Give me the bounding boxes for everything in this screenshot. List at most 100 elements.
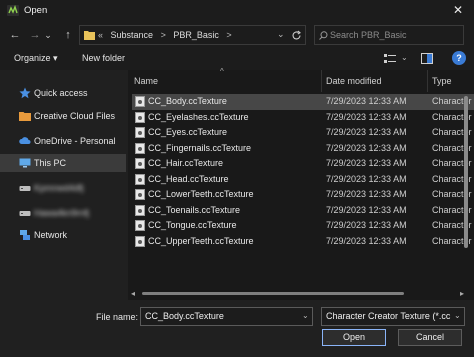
breadcrumb-item-substance[interactable]: Substance [111, 30, 154, 40]
search-icon [319, 31, 328, 40]
file-row[interactable]: CC_Eyelashes.ccTexture 7/29/2023 12:33 A… [132, 110, 474, 126]
view-options-dropdown-icon[interactable]: ⌄ [401, 53, 408, 62]
file-row[interactable]: CC_Body.ccTexture 7/29/2023 12:33 AM Cha… [132, 94, 474, 110]
file-type-value[interactable]: Character Creator Texture (*.cc [326, 311, 450, 321]
address-bar[interactable]: « Substance > PBR_Basic > ⌄ [79, 25, 306, 45]
chevron-down-icon[interactable]: ⌄ [302, 311, 309, 320]
file-date: 7/29/2023 12:33 AM [326, 189, 407, 199]
file-row[interactable]: CC_Tongue.ccTexture 7/29/2023 12:33 AM C… [132, 218, 474, 234]
preview-pane-icon[interactable] [421, 53, 433, 64]
scroll-right-icon[interactable]: ▸ [460, 289, 464, 298]
file-name: CC_Body.ccTexture [148, 96, 227, 106]
file-name-field[interactable]: CC_Body.ccTexture ⌄ [140, 307, 313, 326]
title-bar: Open ✕ [0, 0, 474, 22]
breadcrumb-separator[interactable]: > [226, 30, 231, 40]
horizontal-scrollbar[interactable]: ◂ ▸ [128, 288, 474, 300]
file-icon [135, 204, 145, 216]
toolbar: Organize ▾ New folder ⌄ ? [0, 48, 474, 70]
back-arrow-icon[interactable]: ← [6, 26, 24, 44]
sidebar-item-label: Quick access [34, 88, 88, 98]
dialog-footer: File name: CC_Body.ccTexture ⌄ Character… [0, 300, 474, 357]
sidebar-item-onedrive[interactable]: OneDrive - Personal [0, 132, 126, 150]
folder-icon [19, 112, 31, 121]
scroll-left-icon[interactable]: ◂ [131, 289, 135, 298]
column-divider[interactable] [321, 70, 322, 92]
refresh-icon[interactable] [291, 30, 302, 41]
file-name: CC_Fingernails.ccTexture [148, 142, 252, 153]
file-row[interactable]: CC_UpperTeeth.ccTexture 7/29/2023 12:33 … [132, 234, 474, 250]
search-input[interactable]: Search PBR_Basic [330, 30, 407, 40]
file-row[interactable]: CC_Toenails.ccTexture 7/29/2023 12:33 AM… [132, 203, 474, 219]
breadcrumb-separator[interactable]: > [161, 30, 166, 40]
file-name: CC_Head.ccTexture [148, 173, 229, 184]
file-icon [135, 158, 145, 169]
file-date: 7/29/2023 12:33 AM [326, 96, 407, 106]
file-icon [135, 127, 145, 138]
open-button[interactable]: Open [322, 329, 386, 346]
forward-arrow-icon[interactable]: → [26, 26, 44, 44]
recent-locations-dropdown-icon[interactable]: ⌄ [43, 26, 53, 44]
sidebar-item-label: Kpmnwd4dfj [34, 183, 84, 193]
window-title: Open [24, 5, 48, 16]
sidebar-item-creative-cloud-files[interactable]: Creative Cloud Files [0, 107, 126, 125]
drive-icon [19, 211, 31, 216]
close-icon[interactable]: ✕ [453, 3, 463, 17]
file-row[interactable]: CC_Hair.ccTexture 7/29/2023 12:33 AM Cha… [132, 156, 474, 172]
file-row[interactable]: CC_Eyes.ccTexture 7/29/2023 12:33 AM Cha… [132, 125, 474, 141]
folder-icon [84, 31, 95, 40]
file-icon [135, 220, 145, 231]
file-name: CC_LowerTeeth.ccTexture [148, 189, 254, 199]
file-name-value[interactable]: CC_Body.ccTexture [145, 311, 224, 321]
file-date: 7/29/2023 12:33 AM [326, 111, 407, 122]
file-row[interactable]: CC_Head.ccTexture 7/29/2023 12:33 AM Cha… [132, 172, 474, 188]
sidebar-item-label: OneDrive - Personal [34, 136, 116, 146]
file-name: CC_Hair.ccTexture [148, 158, 224, 168]
sidebar-item-drive-1[interactable]: Kpmnwd4dfj [0, 179, 126, 197]
file-date: 7/29/2023 12:33 AM [326, 127, 407, 137]
sidebar-item-quick-access[interactable]: Quick access [0, 84, 126, 102]
file-name: CC_Toenails.ccTexture [148, 204, 241, 215]
network-icon [20, 230, 30, 240]
cancel-button[interactable]: Cancel [398, 329, 462, 346]
file-row[interactable]: CC_Fingernails.ccTexture 7/29/2023 12:33… [132, 141, 474, 157]
chevron-down-icon[interactable]: ⌄ [454, 311, 461, 320]
file-icon [135, 189, 145, 200]
file-row[interactable]: CC_LowerTeeth.ccTexture 7/29/2023 12:33 … [132, 187, 474, 203]
file-list: Name ^ Date modified Type CC_Body.ccText… [128, 67, 474, 288]
file-name: CC_UpperTeeth.ccTexture [148, 235, 254, 246]
sidebar-item-label: Network [34, 230, 68, 240]
up-arrow-icon[interactable]: ↑ [59, 26, 77, 44]
file-date: 7/29/2023 12:33 AM [326, 235, 407, 246]
app-icon [7, 5, 19, 16]
drive-icon [19, 186, 31, 191]
new-folder-button[interactable]: New folder [82, 53, 125, 63]
sidebar-item-network[interactable]: Network [0, 226, 126, 244]
column-header-date-modified[interactable]: Date modified [326, 76, 382, 86]
horizontal-scroll-thumb[interactable] [142, 292, 404, 295]
sidebar-item-drive-2[interactable]: Hawa4kn9rnfj [0, 204, 126, 222]
file-date: 7/29/2023 12:33 AM [326, 158, 407, 168]
column-header-name[interactable]: Name [134, 76, 158, 86]
file-date: 7/29/2023 12:33 AM [326, 220, 407, 230]
organize-menu-button[interactable]: Organize ▾ [14, 53, 58, 64]
vertical-scrollbar[interactable] [462, 96, 470, 248]
sidebar-item-label: Creative Cloud Files [34, 111, 116, 121]
breadcrumb-overflow[interactable]: « [98, 30, 103, 40]
help-icon[interactable]: ? [452, 51, 466, 65]
file-date: 7/29/2023 12:33 AM [326, 204, 407, 215]
view-options-icon[interactable] [384, 54, 396, 64]
breadcrumb-item-pbr-basic[interactable]: PBR_Basic [173, 30, 219, 40]
vertical-scroll-thumb[interactable] [464, 96, 468, 248]
address-history-dropdown-icon[interactable]: ⌄ [277, 29, 285, 40]
sort-ascending-icon: ^ [220, 67, 224, 76]
sidebar-item-this-pc[interactable]: This PC [0, 154, 126, 172]
column-header-type[interactable]: Type [432, 76, 452, 86]
navigation-pane: Quick access Creative Cloud Files OneDri… [0, 70, 128, 300]
file-name: CC_Eyelashes.ccTexture [148, 111, 249, 122]
file-icon [135, 96, 145, 107]
search-box[interactable]: Search PBR_Basic [314, 25, 464, 45]
column-divider[interactable] [427, 70, 428, 92]
file-type-select[interactable]: Character Creator Texture (*.cc ⌄ [321, 307, 465, 326]
file-icon [135, 111, 145, 123]
file-icon [135, 235, 145, 247]
